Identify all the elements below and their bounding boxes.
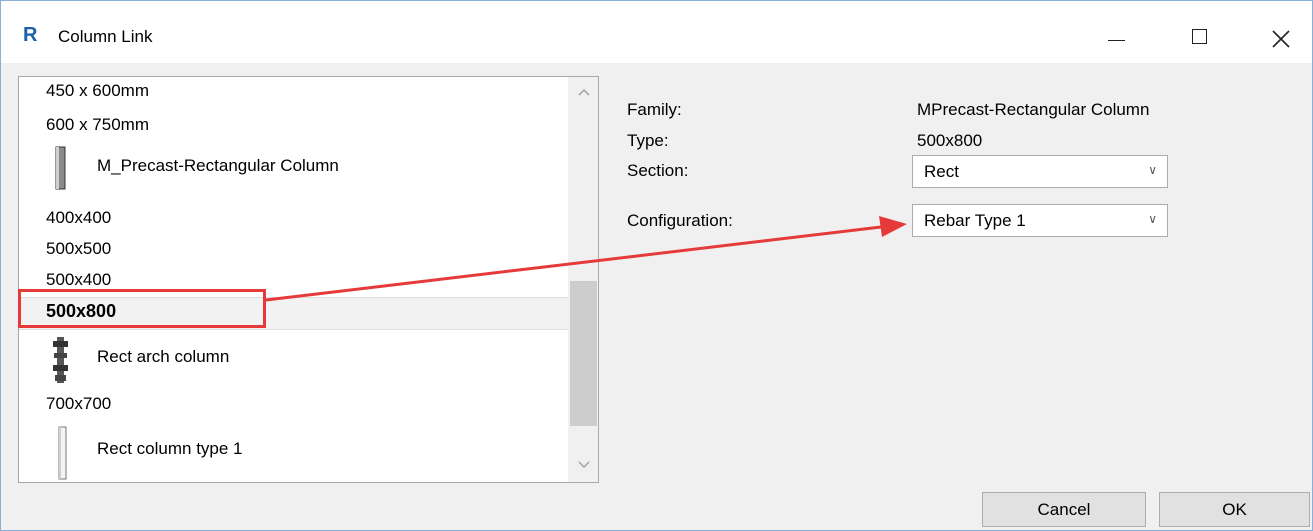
- family-label: Rect arch column: [97, 347, 230, 366]
- family-label: Rect column type 1: [97, 439, 243, 458]
- family-item-m-precast-rectangular-column[interactable]: M_Precast-Rectangular Column: [19, 141, 559, 193]
- maximize-button[interactable]: [1179, 17, 1225, 57]
- list-item[interactable]: 700x700: [46, 394, 111, 414]
- close-icon: [1272, 30, 1290, 48]
- list-item[interactable]: 500x400: [46, 270, 111, 290]
- configuration-value: Rebar Type 1: [924, 211, 1026, 230]
- type-value: 500x800: [917, 131, 983, 150]
- family-item-rect-column-type-1[interactable]: Rect column type 1: [19, 421, 559, 481]
- list-item[interactable]: 450 x 600mm: [46, 81, 149, 101]
- family-value: MPrecast-Rectangular Column: [917, 100, 1150, 119]
- annotation-highlight-box: [18, 289, 266, 328]
- cancel-button[interactable]: Cancel: [982, 492, 1146, 527]
- close-button[interactable]: [1258, 17, 1304, 57]
- section-value: Rect: [924, 162, 959, 181]
- configuration-label: Configuration:: [627, 211, 733, 230]
- column-type-list[interactable]: 450 x 600mm 600 x 750mm M_Precast-Rectan…: [18, 76, 599, 483]
- rectangular-column-icon: [55, 146, 66, 190]
- chevron-down-icon: ∨: [1148, 212, 1157, 226]
- list-item[interactable]: 500x500: [46, 239, 111, 259]
- scroll-down-icon[interactable]: [575, 458, 593, 472]
- section-dropdown[interactable]: Rect ∨: [912, 155, 1168, 188]
- list-item[interactable]: 600 x 750mm: [46, 115, 149, 135]
- family-label: M_Precast-Rectangular Column: [97, 156, 339, 175]
- configuration-dropdown[interactable]: Rebar Type 1 ∨: [912, 204, 1168, 237]
- window-title: Column Link: [58, 27, 153, 46]
- revit-app-icon: R: [23, 24, 38, 46]
- scroll-up-icon[interactable]: [575, 85, 593, 99]
- arch-column-icon: [53, 337, 68, 383]
- section-label: Section:: [627, 161, 689, 180]
- list-item[interactable]: 400x400: [46, 208, 111, 228]
- family-label: Family:: [627, 100, 682, 119]
- column-link-dialog: R Column Link 450 x 600mm 600 x 750mm M_…: [0, 0, 1313, 531]
- chevron-down-icon: ∨: [1148, 163, 1157, 177]
- type-label: Type:: [627, 131, 669, 150]
- family-item-rect-arch-column[interactable]: Rect arch column: [19, 331, 559, 387]
- minimize-button[interactable]: [1097, 17, 1143, 57]
- scrollbar-thumb[interactable]: [570, 281, 597, 426]
- ok-button[interactable]: OK: [1159, 492, 1310, 527]
- column-icon: [58, 426, 67, 480]
- title-bar: R Column Link: [1, 1, 1312, 63]
